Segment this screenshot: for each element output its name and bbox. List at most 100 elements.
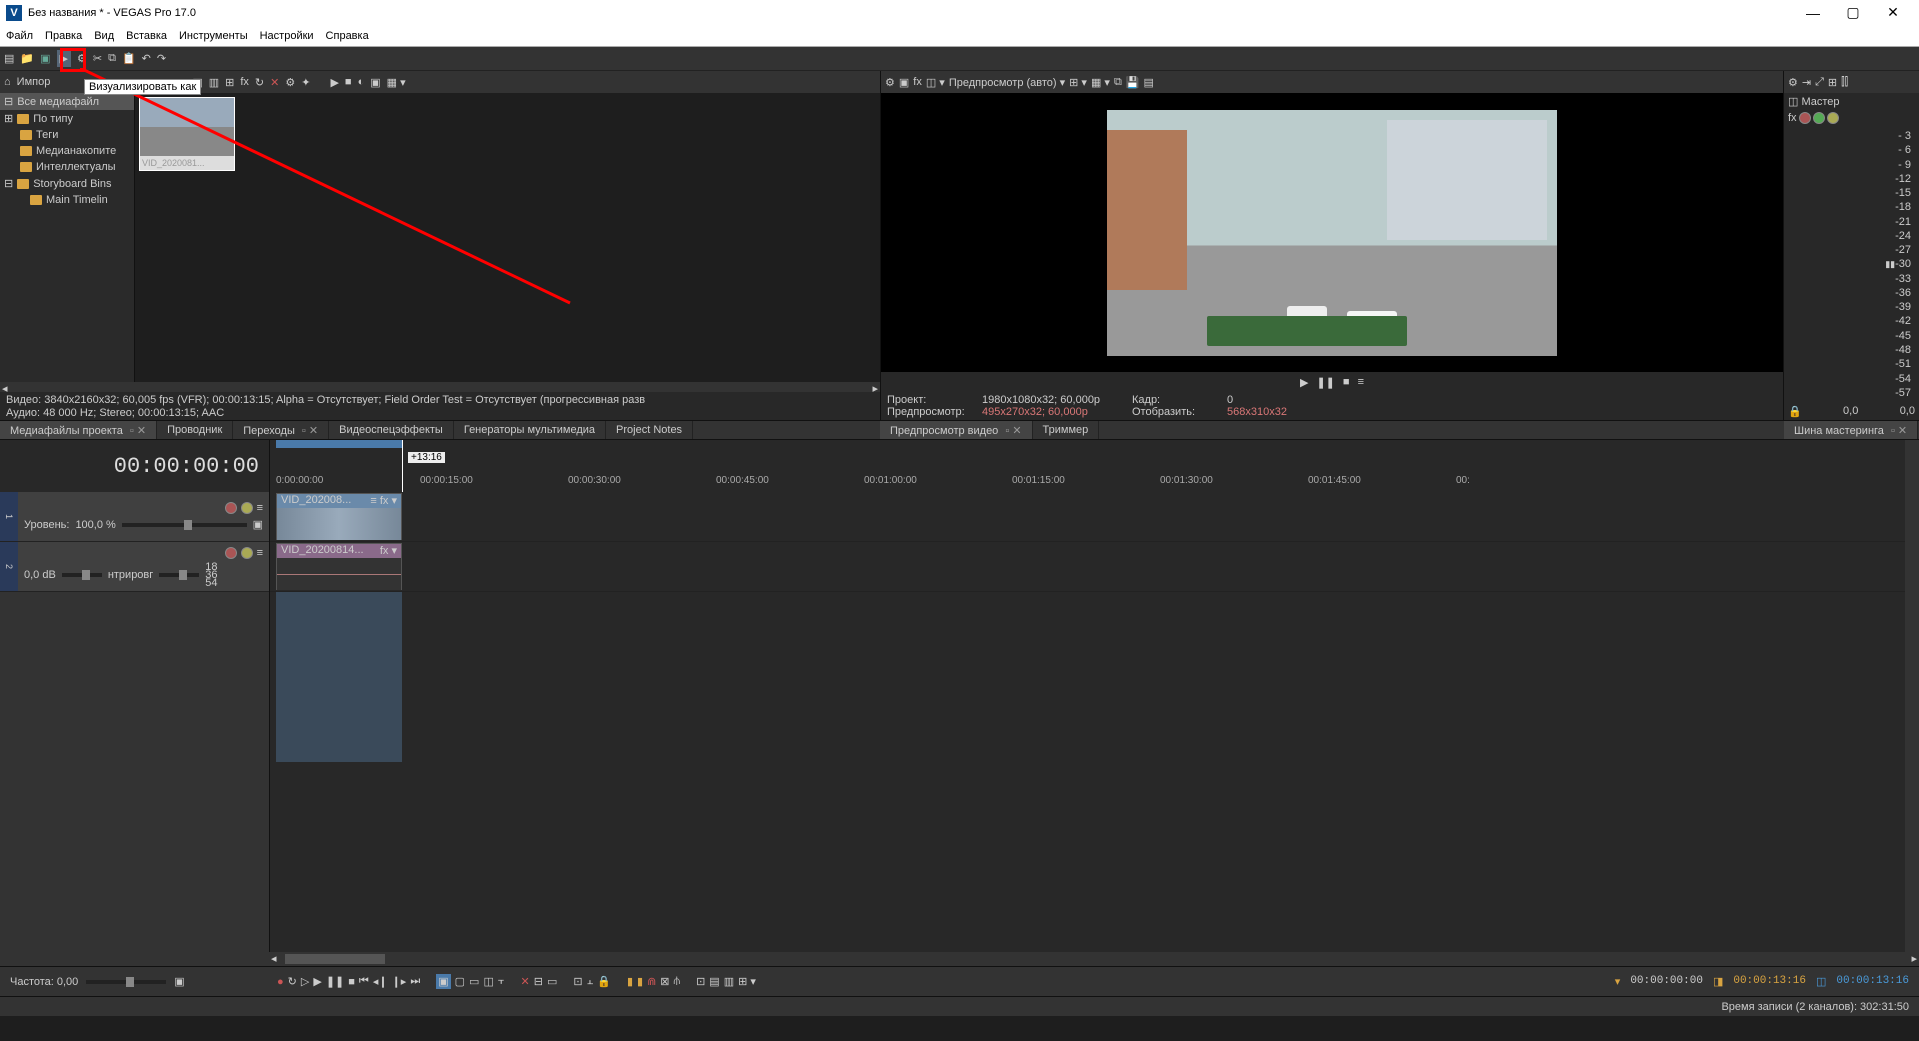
undo-icon[interactable]: ↶ bbox=[142, 52, 151, 65]
master-stereo-icon[interactable]: ▮▮ bbox=[1885, 259, 1895, 270]
tab-close-icon[interactable]: ▫ ✕ bbox=[130, 425, 146, 437]
media-tb-icon[interactable]: ⊞ bbox=[225, 76, 234, 89]
timeline-v-scrollbar[interactable] bbox=[1905, 492, 1919, 952]
preview-viewport[interactable] bbox=[881, 93, 1783, 372]
media-thumbnails[interactable]: VID_2020081... bbox=[135, 93, 880, 382]
tool-icon[interactable]: ⫛ bbox=[674, 975, 681, 988]
tool-icon[interactable]: ⊠ bbox=[660, 975, 669, 988]
dock-tab[interactable]: Видеоспецэффекты bbox=[329, 421, 454, 439]
tc-cursor[interactable]: 00:00:00:00 bbox=[1630, 975, 1703, 988]
master-tb-icon[interactable]: ⫿⫿ bbox=[1841, 76, 1848, 89]
tool-icon[interactable]: ⫠ bbox=[587, 975, 594, 988]
track-solo-icon[interactable] bbox=[241, 547, 253, 559]
tool-icon[interactable]: ▮ bbox=[627, 975, 633, 988]
snap-icon[interactable]: ⊡ bbox=[573, 975, 582, 988]
media-import-label[interactable]: Импор bbox=[17, 76, 51, 88]
dock-tab[interactable]: Медиафайлы проекта ▫ ✕ bbox=[0, 421, 157, 439]
dock-tab[interactable]: Шина мастеринга ▫ ✕ bbox=[1784, 421, 1918, 439]
tool-icon[interactable]: ▭ bbox=[469, 975, 479, 988]
dock-tab[interactable]: Переходы ▫ ✕ bbox=[233, 421, 329, 439]
media-tb-icon[interactable]: ↻ bbox=[255, 76, 264, 89]
marker-icon[interactable]: ▾ bbox=[1615, 975, 1621, 988]
track-pan-slider[interactable] bbox=[159, 573, 199, 577]
tool-icon[interactable]: ⊡ bbox=[696, 975, 705, 988]
stop-icon[interactable]: ■ bbox=[348, 976, 355, 988]
track-mute-icon[interactable] bbox=[225, 547, 237, 559]
tool-icon[interactable]: ▮ bbox=[637, 975, 643, 988]
track-max-icon[interactable]: ▣ bbox=[253, 518, 263, 531]
preview-pause-icon[interactable]: ❚❚ bbox=[1316, 376, 1334, 389]
audio-clip[interactable]: VID_20200814...fx ▾ bbox=[276, 543, 402, 590]
preview-overlay-icon[interactable]: ▦ ▾ bbox=[1091, 76, 1110, 89]
minimize-button[interactable]: — bbox=[1793, 5, 1833, 21]
tool-icon[interactable]: ⊞ ▾ bbox=[738, 975, 756, 988]
tool-delete-icon[interactable]: ✕ bbox=[521, 975, 530, 988]
maximize-button[interactable]: ▢ bbox=[1833, 4, 1873, 21]
loop-icon[interactable]: ↻ bbox=[288, 975, 297, 988]
preview-grid-icon[interactable]: ⊞ ▾ bbox=[1069, 76, 1087, 89]
paste-icon[interactable]: 📋 bbox=[122, 52, 136, 65]
new-project-icon[interactable]: ▤ bbox=[4, 52, 14, 65]
preview-split-icon[interactable]: ◫ ▾ bbox=[926, 76, 945, 89]
tool-icon[interactable]: ◫ bbox=[483, 975, 493, 988]
media-h-scrollbar[interactable]: ◂▸ bbox=[0, 382, 880, 392]
master-mute-icon[interactable] bbox=[1799, 112, 1811, 124]
play-start-icon[interactable]: ▷ bbox=[301, 975, 309, 988]
dock-tab[interactable]: Project Notes bbox=[606, 421, 693, 439]
tool-icon[interactable]: ▢ bbox=[455, 975, 465, 988]
go-end-icon[interactable]: ⏭ bbox=[410, 975, 420, 988]
close-button[interactable]: ✕ bbox=[1873, 4, 1913, 21]
tree-media-storage[interactable]: Медианакопите bbox=[0, 143, 134, 159]
menu-file[interactable]: Файл bbox=[6, 30, 33, 42]
master-tb-icon[interactable]: ⇥ bbox=[1802, 76, 1811, 89]
preview-play-icon[interactable]: ▶ bbox=[1300, 376, 1308, 389]
rate-reset-icon[interactable]: ▣ bbox=[174, 975, 184, 988]
master-auto-icon[interactable] bbox=[1827, 112, 1839, 124]
tree-all-media[interactable]: ⊟Все медиафайл bbox=[0, 93, 134, 110]
preview-menu-icon[interactable]: ≡ bbox=[1358, 376, 1364, 388]
cut-icon[interactable]: ✂ bbox=[93, 52, 102, 65]
menu-tools[interactable]: Инструменты bbox=[179, 30, 248, 42]
track-more-icon[interactable]: ≡ bbox=[257, 502, 263, 514]
track-solo-icon[interactable] bbox=[241, 502, 253, 514]
redo-icon[interactable]: ↷ bbox=[157, 52, 166, 65]
preview-gear-icon[interactable]: ⚙ bbox=[885, 76, 895, 89]
clip-fx-icon[interactable]: ≡ fx ▾ bbox=[370, 494, 397, 508]
preview-copy-icon[interactable]: ⧉ bbox=[1114, 76, 1122, 89]
tc-selection-length[interactable]: 00:00:13:16 bbox=[1836, 975, 1909, 988]
video-clip[interactable]: VID_202008...≡ fx ▾ bbox=[276, 493, 402, 540]
next-frame-icon[interactable]: ❙▸ bbox=[392, 975, 407, 988]
media-tb-icon[interactable]: ▣ bbox=[370, 76, 380, 89]
media-tb-icon[interactable]: ◐ bbox=[358, 76, 365, 88]
tree-storyboard-bins[interactable]: ⊟Storyboard Bins bbox=[0, 175, 134, 192]
track-vol-slider[interactable] bbox=[62, 573, 102, 577]
rate-slider[interactable] bbox=[86, 980, 166, 984]
media-gear-icon[interactable]: ⚙ bbox=[285, 76, 295, 89]
playhead[interactable] bbox=[402, 440, 403, 492]
tab-close-icon[interactable]: ▫ ✕ bbox=[1891, 425, 1907, 437]
media-delete-icon[interactable]: ✕ bbox=[270, 76, 279, 89]
preview-stop-icon[interactable]: ■ bbox=[1343, 376, 1350, 388]
track-mute-icon[interactable] bbox=[225, 502, 237, 514]
pause-icon[interactable]: ❚❚ bbox=[326, 975, 344, 988]
master-fx-icon[interactable]: fx bbox=[1788, 112, 1797, 124]
dock-tab[interactable]: Предпросмотр видео ▫ ✕ bbox=[880, 421, 1033, 439]
media-view-icon[interactable]: ▦ ▾ bbox=[387, 76, 406, 89]
tool-split-icon[interactable]: ⫟ bbox=[498, 975, 505, 988]
preview-quality-dropdown[interactable]: Предпросмотр (авто) ▾ bbox=[949, 76, 1065, 89]
save-icon[interactable]: ▣ bbox=[40, 52, 50, 65]
loop-region[interactable] bbox=[276, 440, 402, 448]
tool-magnet-icon[interactable]: ⋒ bbox=[647, 975, 656, 988]
tool-icon[interactable]: ▤ bbox=[709, 975, 719, 988]
media-tb-icon[interactable]: ▥ bbox=[209, 76, 219, 89]
audio-lane[interactable]: VID_20200814...fx ▾ bbox=[270, 542, 1905, 592]
tool-icon[interactable]: ▭ bbox=[547, 975, 557, 988]
media-fx-icon[interactable]: fx bbox=[240, 76, 249, 88]
dock-tab[interactable]: Проводник bbox=[157, 421, 233, 439]
record-icon[interactable]: ● bbox=[277, 976, 284, 988]
media-play-icon[interactable]: ▶ bbox=[330, 76, 338, 89]
menu-help[interactable]: Справка bbox=[326, 30, 369, 42]
media-tb-icon[interactable]: ✦ bbox=[301, 76, 310, 89]
empty-lane[interactable] bbox=[270, 592, 1905, 762]
clip-fx-icon[interactable]: fx ▾ bbox=[380, 544, 397, 558]
